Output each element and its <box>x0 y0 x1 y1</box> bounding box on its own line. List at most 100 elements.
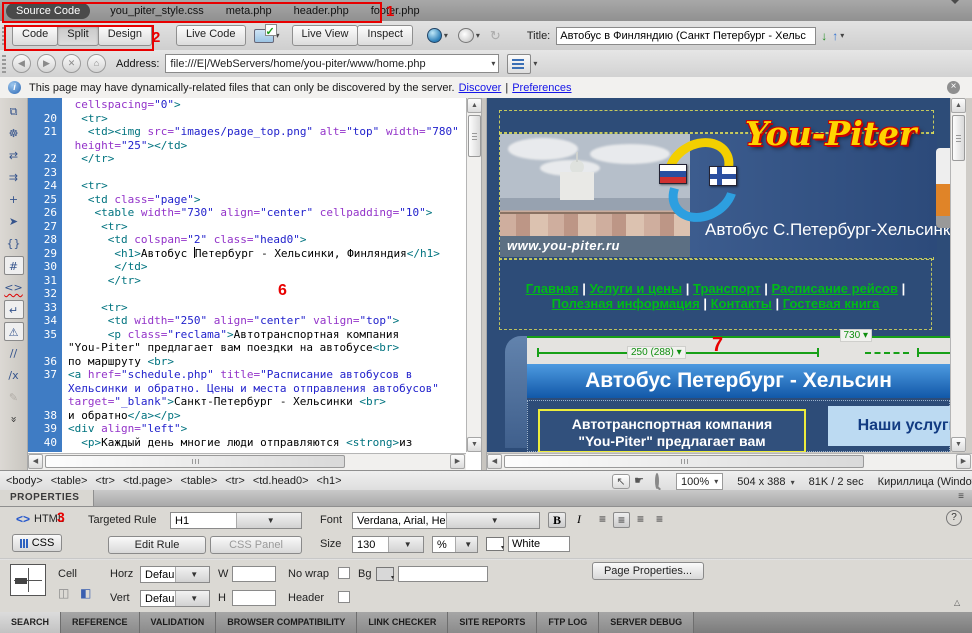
discover-link[interactable]: Discover <box>459 82 502 94</box>
tag-selector-item-5[interactable]: <tr> <box>225 475 245 487</box>
collapse-selection-icon[interactable]: ⇉ <box>4 168 24 187</box>
italic-button[interactable]: I <box>570 512 588 528</box>
tag-selector-item-0[interactable]: <body> <box>6 475 43 487</box>
code-text[interactable]: <a href="schedule.php" title="Расписание… <box>62 368 412 382</box>
code-text[interactable]: <tr> <box>62 112 108 126</box>
text-color-input[interactable] <box>508 536 570 552</box>
bg-color-input[interactable] <box>398 566 488 582</box>
tag-selector-item-2[interactable]: <tr> <box>95 475 115 487</box>
scroll-up-icon[interactable]: ▲ <box>951 98 966 113</box>
text-color-swatch[interactable]: ▾ <box>486 537 504 551</box>
tag-selector-item-1[interactable]: <table> <box>51 475 88 487</box>
tag-selector-item-6[interactable]: <td.head0> <box>253 475 309 487</box>
scroll-right-icon[interactable]: ▶ <box>956 454 971 469</box>
code-text[interactable]: по маршруту <br> <box>62 355 174 369</box>
collapse-panel-icon[interactable]: △ <box>954 598 960 607</box>
code-text[interactable]: target="_blank">Санкт-Петербург - Хельси… <box>62 395 386 409</box>
panel-tab-site-reports[interactable]: SITE REPORTS <box>448 612 537 633</box>
scrollbar-thumb[interactable] <box>952 115 965 161</box>
code-area[interactable]: cellspacing="0">20 <tr>21 <td><img src="… <box>28 98 466 452</box>
nav-link-4[interactable]: Полезная информация <box>552 296 700 311</box>
zoom-level-select[interactable]: 100% ▾ <box>676 473 723 490</box>
scroll-up-icon[interactable]: ▲ <box>467 98 482 113</box>
code-text[interactable]: и обратно</a></p> <box>62 409 181 423</box>
bold-button[interactable]: B <box>548 512 566 528</box>
code-text[interactable]: </tr> <box>62 152 114 166</box>
column-width-label[interactable]: 250 (288) ▾ <box>627 346 686 359</box>
word-wrap-icon[interactable]: ↵ <box>4 300 24 319</box>
services-cell[interactable]: Наши услуги <box>828 406 950 446</box>
size-unit-select[interactable]: %▼ <box>432 536 478 553</box>
code-text[interactable]: <td colspan="2" class="head0"> <box>62 233 306 247</box>
remove-comment-icon[interactable]: /x <box>4 366 24 385</box>
stop-icon[interactable]: ✕ <box>62 54 81 73</box>
scrollbar-thumb[interactable] <box>468 115 481 157</box>
panel-tab-server-debug[interactable]: SERVER DEBUG <box>599 612 694 633</box>
live-code-button[interactable]: Live Code <box>176 25 246 46</box>
code-vertical-scrollbar[interactable]: ▲ ▼ <box>466 98 482 452</box>
panel-tab-search[interactable]: SEARCH <box>0 612 61 633</box>
code-text[interactable] <box>62 166 68 180</box>
validate-markup-icon[interactable] <box>458 28 474 43</box>
scroll-left-icon[interactable]: ◀ <box>28 454 43 469</box>
apply-comment-icon[interactable]: // <box>4 344 24 363</box>
code-text[interactable]: </td> <box>62 260 147 274</box>
properties-tab[interactable]: PROPERTIES <box>0 490 94 506</box>
document-title-input[interactable] <box>556 27 816 45</box>
nav-link-3[interactable]: Расписание рейсов <box>772 281 898 296</box>
code-text[interactable]: <tr> <box>62 301 128 315</box>
panel-menu-icon[interactable]: ≡ <box>958 491 964 502</box>
select-tool-icon[interactable]: ↖ <box>612 474 630 489</box>
code-text[interactable]: <td class="page"> <box>62 193 200 207</box>
preview-in-browser-icon[interactable] <box>427 28 442 43</box>
scroll-down-icon[interactable]: ▼ <box>951 437 966 452</box>
format-source-code-icon[interactable]: ✎ <box>4 388 24 407</box>
code-text[interactable]: cellspacing="0"> <box>62 98 181 112</box>
css-mode-button[interactable]: CSS <box>12 534 62 552</box>
help-icon[interactable]: ? <box>946 510 962 526</box>
balance-braces-icon[interactable]: {} <box>4 234 24 253</box>
panel-tab-validation[interactable]: VALIDATION <box>140 612 217 633</box>
forward-icon[interactable]: ▶ <box>37 54 56 73</box>
design-canvas[interactable]: You-Piter Автобус С.Петербург-Хельсинки … <box>487 98 950 452</box>
code-text[interactable]: <tr> <box>62 220 128 234</box>
design-vertical-scrollbar[interactable]: ▲ ▼ <box>950 98 966 452</box>
split-cell-icon[interactable]: ◧ <box>80 586 91 600</box>
size-select[interactable]: 130▼ <box>352 536 424 553</box>
code-text[interactable]: </tr> <box>62 274 141 288</box>
align-right-button[interactable]: ≡ <box>632 512 649 528</box>
nav-link-1[interactable]: Услуги и цены <box>590 281 683 296</box>
page-properties-button[interactable]: Page Properties... <box>592 562 704 580</box>
toolbar-grip[interactable] <box>2 55 6 73</box>
vert-select[interactable]: Default▼ <box>140 590 210 607</box>
nav-link-5[interactable]: Контакты <box>711 296 772 311</box>
panel-tab-reference[interactable]: REFERENCE <box>61 612 140 633</box>
tag-selector-item-4[interactable]: <table> <box>181 475 218 487</box>
window-size-select[interactable]: 504 x 388 ▾ <box>737 476 794 488</box>
design-horizontal-scrollbar[interactable]: ◀ ▶ <box>487 453 972 470</box>
promo-cell[interactable]: Автотранспортная компания "You-Piter" пр… <box>538 409 806 452</box>
align-justify-button[interactable]: ≡ <box>651 512 668 528</box>
scroll-down-icon[interactable]: ▼ <box>467 437 482 452</box>
code-text[interactable]: <tr> <box>62 179 108 193</box>
more-options-icon[interactable]: » <box>4 410 23 430</box>
align-left-button[interactable]: ≡ <box>594 512 611 528</box>
font-select[interactable]: Verdana, Arial, Helvetica, sans-serif▼ <box>352 512 540 529</box>
select-parent-tag-icon[interactable]: ➤ <box>4 212 24 231</box>
syntax-error-alerts-icon[interactable]: ⚠ <box>4 322 24 341</box>
tag-selector-item-7[interactable]: <h1> <box>317 475 342 487</box>
get-file-icon[interactable]: ↓ <box>821 29 827 43</box>
width-input[interactable] <box>232 566 276 582</box>
table-width-label[interactable]: 730 ▾ <box>840 329 873 342</box>
address-input[interactable] <box>166 58 489 70</box>
merge-cells-icon[interactable]: ◫ <box>58 586 69 600</box>
nav-link-6[interactable]: Гостевая книга <box>783 296 880 311</box>
code-navigator-icon[interactable]: ☸ <box>4 124 24 143</box>
edit-rule-button[interactable]: Edit Rule <box>108 536 206 554</box>
scroll-right-icon[interactable]: ▶ <box>450 454 465 469</box>
code-text[interactable]: <p class="reclama">Автотранспортная комп… <box>62 328 399 342</box>
code-horizontal-scrollbar[interactable]: ◀ ▶ <box>28 453 466 470</box>
code-text[interactable]: "You-Piter" предлагает вам поездки на ав… <box>62 341 399 355</box>
open-documents-icon[interactable]: ⧉ <box>4 102 24 121</box>
collapse-full-tag-icon[interactable]: ⇄ <box>4 146 24 165</box>
